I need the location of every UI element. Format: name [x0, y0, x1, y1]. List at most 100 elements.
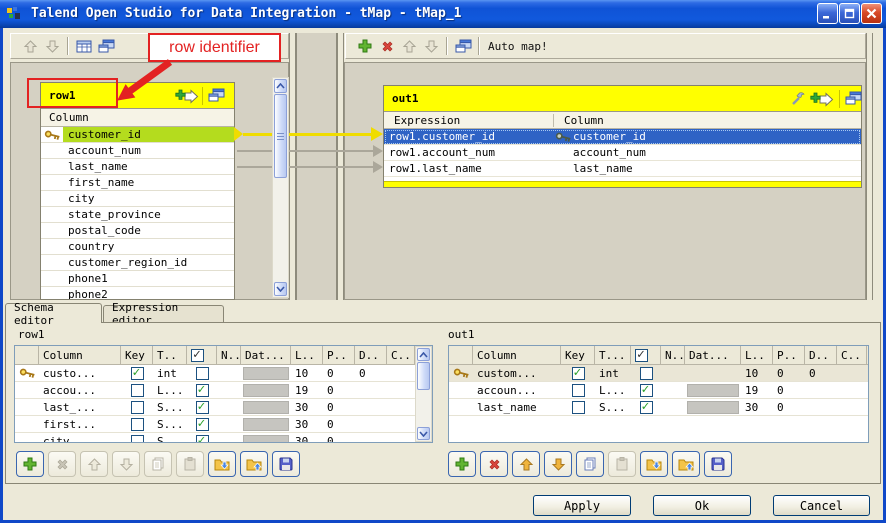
ok-button[interactable]: Ok [653, 495, 751, 516]
import-schema-button[interactable] [672, 451, 700, 477]
list-item[interactable]: first_name [41, 175, 234, 191]
header-type[interactable]: T... [595, 346, 631, 364]
cell-precision[interactable]: 0 [773, 365, 805, 381]
cell-date[interactable] [241, 433, 291, 443]
key-checkbox[interactable] [131, 401, 144, 414]
settings-button[interactable] [791, 91, 806, 109]
input-scrollbar[interactable] [272, 77, 289, 298]
detach-table-button[interactable] [845, 91, 862, 108]
cell-comment[interactable] [387, 365, 415, 381]
paste-button[interactable] [176, 451, 204, 477]
cell-default[interactable]: 0 [805, 365, 837, 381]
save-schema-button[interactable] [272, 451, 300, 477]
key-checkbox[interactable] [131, 384, 144, 397]
cell-column[interactable]: last_... [39, 399, 121, 415]
output-row[interactable]: row1.account_num account_num [384, 145, 861, 161]
scrollbar-thumb[interactable] [274, 94, 287, 178]
output-row[interactable]: row1.last_name last_name [384, 161, 861, 177]
cell-length[interactable]: 19 [741, 382, 773, 398]
move-down-button[interactable] [420, 36, 442, 56]
output-table-header[interactable]: out1 [384, 86, 861, 112]
input-column-name[interactable]: last_name [63, 159, 234, 174]
cell-date[interactable] [685, 382, 741, 398]
add-row-button[interactable] [16, 451, 44, 477]
add-output-button[interactable] [354, 36, 376, 56]
cell-type[interactable]: S... [595, 399, 631, 415]
cell-default[interactable] [355, 399, 387, 415]
cancel-button[interactable]: Cancel [773, 495, 870, 516]
nullable-checkbox[interactable] [640, 384, 653, 397]
export-schema-button[interactable] [640, 451, 668, 477]
list-item[interactable]: phone1 [41, 271, 234, 287]
cell-length[interactable]: 30 [291, 416, 323, 432]
header-length[interactable]: L.. [741, 346, 773, 364]
remove-output-button[interactable] [376, 36, 398, 56]
input-column-name[interactable]: phone1 [63, 271, 234, 286]
cell-comment[interactable] [387, 433, 415, 443]
copy-button[interactable] [144, 451, 172, 477]
cell-type[interactable]: S... [153, 399, 187, 415]
cell-column[interactable]: last_name [473, 399, 561, 415]
schema-row[interactable]: city S 30 0 [15, 433, 432, 443]
cell-length[interactable]: 19 [291, 382, 323, 398]
output-expression[interactable]: row1.account_num [384, 146, 553, 159]
add-column-button[interactable] [810, 92, 834, 110]
input-column-name[interactable]: city [63, 191, 234, 206]
cell-type[interactable]: S... [153, 416, 187, 432]
cell-precision[interactable]: 0 [323, 365, 355, 381]
cell-length[interactable]: 30 [291, 399, 323, 415]
maximize-button[interactable] [839, 3, 860, 24]
key-checkbox[interactable] [572, 384, 585, 397]
input-column-name[interactable]: postal_code [63, 223, 234, 238]
cell-date[interactable] [241, 365, 291, 381]
output-column-name[interactable]: account_num [573, 146, 646, 159]
cell-comment[interactable] [387, 416, 415, 432]
cell-type[interactable]: L... [153, 382, 187, 398]
save-schema-button[interactable] [704, 451, 732, 477]
list-item[interactable]: account_num [41, 143, 234, 159]
schema-row[interactable]: last_... S... 30 0 [15, 399, 432, 416]
nullable-checkbox[interactable] [640, 401, 653, 414]
cell-length[interactable]: 10 [291, 365, 323, 381]
cell-date[interactable] [241, 416, 291, 432]
list-item[interactable]: customer_region_id [41, 255, 234, 271]
close-button[interactable] [861, 3, 882, 24]
header-type[interactable]: T.. [153, 346, 187, 364]
cell-column[interactable]: city [39, 433, 121, 443]
input-column-name[interactable]: customer_id [63, 127, 234, 142]
header-date[interactable]: Dat... [241, 346, 291, 364]
output-column-name[interactable]: customer_id [573, 130, 646, 143]
remove-row-button[interactable] [48, 451, 76, 477]
list-item[interactable]: phone2 [41, 287, 234, 299]
schema-row[interactable]: accou... L... 19 0 [15, 382, 432, 399]
header-precision[interactable]: P.. [323, 346, 355, 364]
cell-comment[interactable] [837, 399, 867, 415]
cell-default[interactable] [805, 382, 837, 398]
schema-row[interactable]: custom... int 10 0 0 [449, 365, 868, 382]
header-column[interactable]: Column [39, 346, 121, 364]
list-item[interactable]: last_name [41, 159, 234, 175]
cell-date[interactable] [685, 399, 741, 415]
header-default[interactable]: D.. [355, 346, 387, 364]
header-column[interactable]: Column [473, 346, 561, 364]
cell-length[interactable]: 30 [741, 399, 773, 415]
cell-precision[interactable]: 0 [323, 416, 355, 432]
scroll-down-button[interactable] [274, 282, 287, 296]
move-up-button[interactable] [80, 451, 108, 477]
cell-default[interactable] [805, 399, 837, 415]
nullable-checkbox[interactable] [196, 435, 209, 444]
detach-window-button[interactable] [452, 36, 474, 56]
move-up-button[interactable] [19, 36, 41, 56]
input-column-name[interactable]: customer_region_id [63, 255, 234, 270]
schema-row[interactable]: accoun... L... 19 0 [449, 382, 868, 399]
header-nullable[interactable]: N.. [217, 346, 241, 364]
detach-window-button[interactable] [95, 36, 117, 56]
cell-precision[interactable]: 0 [323, 382, 355, 398]
move-up-button[interactable] [512, 451, 540, 477]
cell-length[interactable]: 30 [291, 433, 323, 443]
cell-column[interactable]: first... [39, 416, 121, 432]
cell-column[interactable]: accoun... [473, 382, 561, 398]
nullable-checkbox[interactable] [196, 401, 209, 414]
scroll-up-button[interactable] [417, 348, 430, 361]
cell-precision[interactable]: 0 [773, 399, 805, 415]
